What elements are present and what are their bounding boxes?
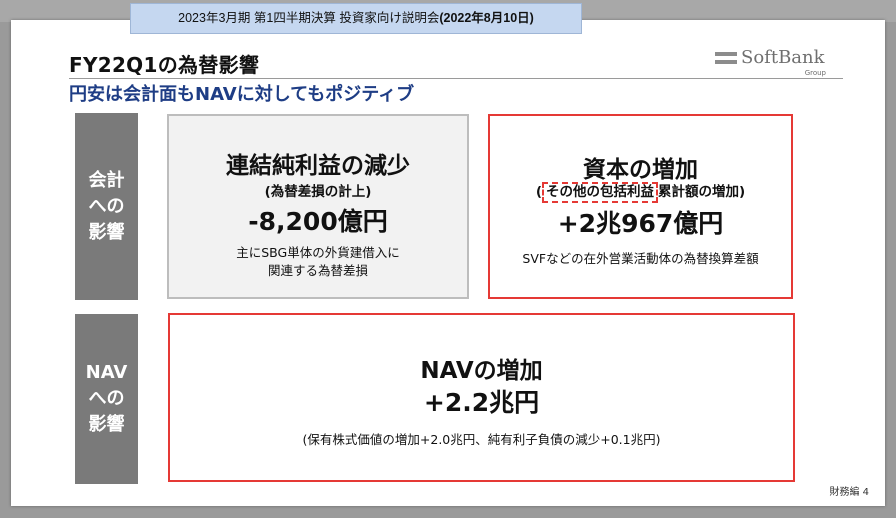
equity-sub: (その他の包括利益 累計額の増加): [490, 180, 791, 203]
slide: FY22Q1の為替影響 SoftBank Group 円安は会計面もNAVに対し…: [11, 20, 885, 506]
page-number: 財務編 4: [829, 487, 869, 498]
side-label-line: NAV: [85, 362, 128, 383]
equity-box: 資本の増加 (その他の包括利益 累計額の増加) +2兆967億円 SVFなどの在外…: [488, 114, 793, 299]
side-label-accounting: 会計 への 影響: [75, 113, 138, 300]
logo-sub: Group: [804, 69, 826, 77]
title-divider: [69, 78, 843, 79]
side-label-nav: NAV への 影響: [75, 314, 138, 484]
equity-amount: +2兆967億円: [557, 209, 724, 238]
softbank-logo: SoftBank Group: [715, 42, 827, 77]
equity-heading: 資本の増加: [583, 157, 698, 183]
logo-bar-icon: [715, 52, 737, 56]
net-income-note-line2: 関連する為替差損: [267, 263, 368, 278]
nav-heading: NAVの増加: [420, 358, 543, 384]
nav-note: (保有株式価値の増加+2.0兆円、純有利子負債の減少+0.1兆円): [302, 432, 661, 447]
equity-sub-rest: 累計額の増加): [658, 184, 746, 200]
side-label-line: への: [88, 388, 125, 409]
side-label-line: 会計: [88, 169, 125, 191]
net-income-amount: -8,200億円: [248, 207, 388, 236]
nav-box: NAVの増加 +2.2兆円 (保有株式価値の増加+2.0兆円、純有利子負債の減少…: [168, 313, 795, 482]
equity-note: SVFなどの在外営業活動体の為替換算差額: [522, 251, 759, 266]
side-label-line: 影響: [88, 414, 125, 435]
net-income-note: 主にSBG単体の外貨建借入に 関連する為替差損: [169, 244, 467, 280]
net-income-box: 連結純利益の減少 (為替差損の計上) -8,200億円 主にSBG単体の外貨建借…: [167, 114, 469, 299]
session-label: 2023年3月期 第1四半期決算 投資家向け説明会(2022年8月10日): [130, 3, 582, 34]
logo-name: SoftBank: [741, 47, 825, 68]
net-income-heading: 連結純利益の減少: [226, 153, 410, 179]
session-date: (2022年8月10日): [439, 11, 534, 25]
slide-title: FY22Q1の為替影響: [69, 53, 260, 77]
net-income-note-line1: 主にSBG単体の外貨建借入に: [236, 245, 400, 260]
logo-bar-icon: [715, 60, 737, 64]
session-title: 2023年3月期 第1四半期決算 投資家向け説明会: [178, 11, 440, 25]
net-income-sub: (為替差損の計上): [264, 184, 372, 200]
oci-highlight: その他の包括利益: [542, 182, 658, 203]
side-label-line: 影響: [88, 221, 125, 243]
slide-subtitle: 円安は会計面もNAVに対してもポジティブ: [69, 84, 415, 105]
side-label-line: への: [88, 195, 125, 217]
nav-amount: +2.2兆円: [423, 388, 540, 417]
